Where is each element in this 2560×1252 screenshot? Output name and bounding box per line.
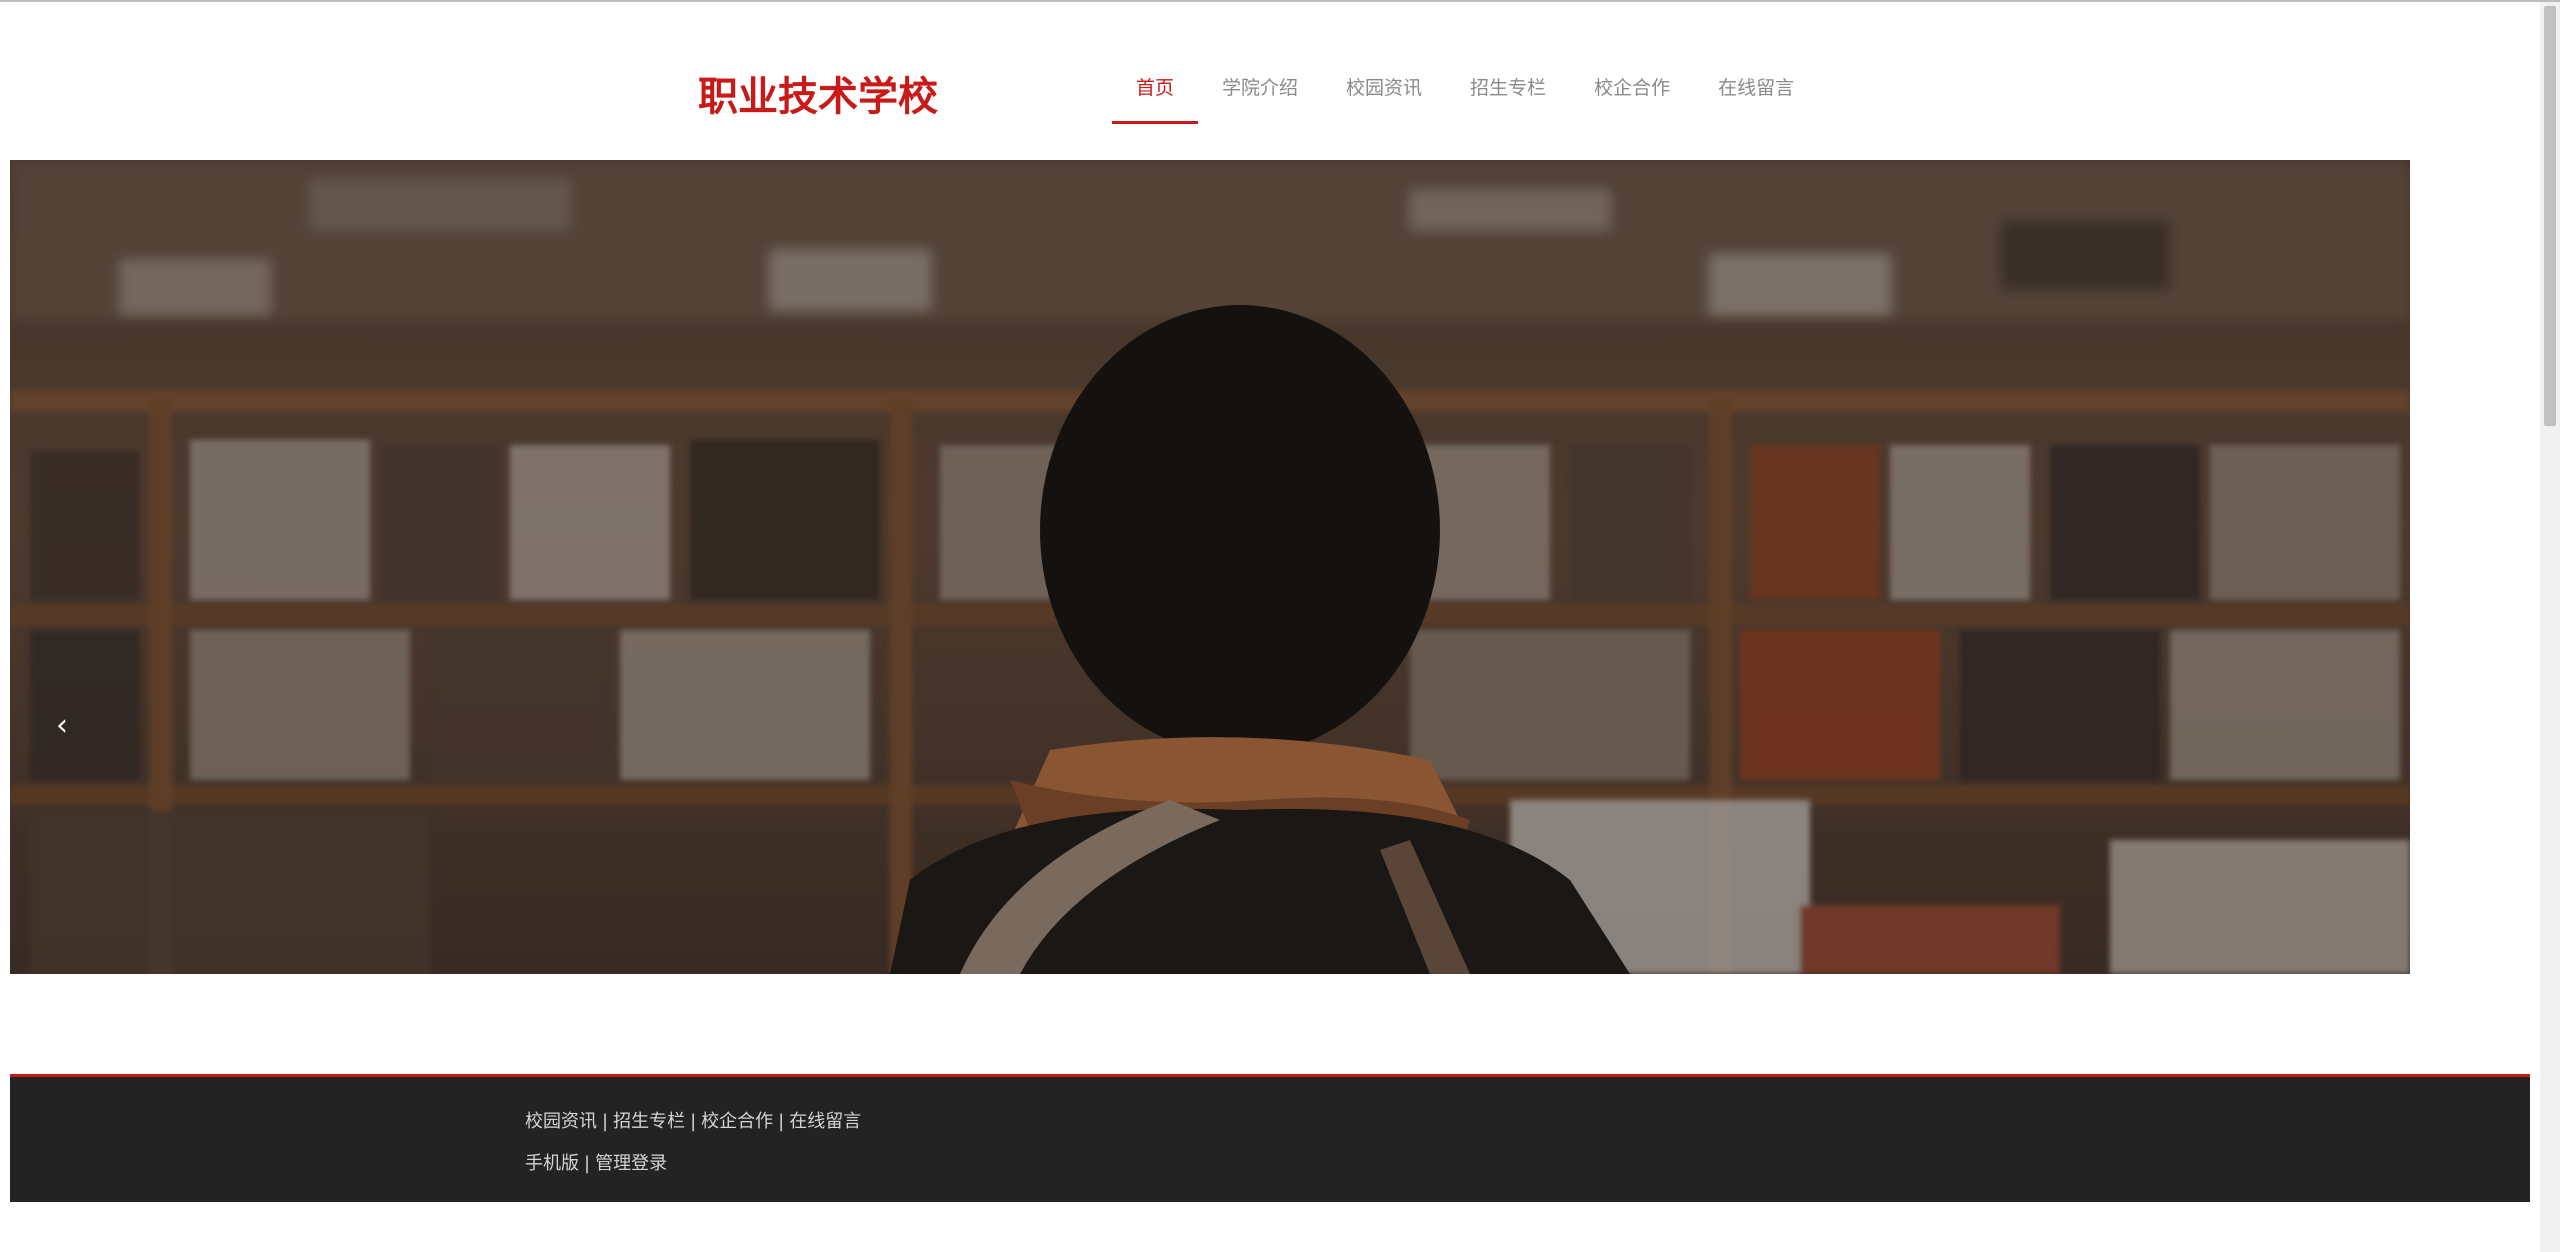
nav-item-home[interactable]: 首页 (1112, 46, 1199, 126)
site-footer: 校园资讯 | 招生专栏 | 校企合作 | 在线留言 手机版 | 管理登录 (10, 1074, 2530, 1202)
footer-link-admin-login[interactable]: 管理登录 (595, 1153, 667, 1174)
banner-image (10, 160, 2410, 974)
hero-carousel[interactable]: ‹ › (10, 160, 2410, 974)
page: 职业技术学校 首页 学院介绍 校园资讯 招生专栏 校企合作 在线留言 ‹ 校园资… (0, 0, 2540, 1252)
footer-link-news[interactable]: 校园资讯 (525, 1111, 597, 1132)
scrollbar-thumb[interactable] (2544, 6, 2556, 426)
nav-item-news[interactable]: 校园资讯 (1322, 46, 1446, 126)
nav-item-cooperation[interactable]: 校企合作 (1570, 46, 1694, 126)
site-logo[interactable]: 职业技术学校 (698, 64, 938, 122)
nav-item-about[interactable]: 学院介绍 (1198, 46, 1322, 126)
footer-separator: | (690, 1111, 697, 1132)
footer-link-cooperation[interactable]: 校企合作 (701, 1111, 773, 1132)
footer-separator: | (602, 1111, 609, 1132)
site-header: 职业技术学校 首页 学院介绍 校园资讯 招生专栏 校企合作 在线留言 (0, 2, 2540, 160)
footer-link-message[interactable]: 在线留言 (789, 1111, 861, 1132)
page-scrollbar[interactable] (2540, 2, 2560, 1252)
footer-link-mobile[interactable]: 手机版 (525, 1153, 579, 1174)
footer-utility-row: 手机版 | 管理登录 (525, 1149, 667, 1175)
carousel-prev-button[interactable]: ‹ (48, 710, 76, 742)
nav-item-admissions[interactable]: 招生专栏 (1446, 46, 1570, 126)
footer-links-row: 校园资讯 | 招生专栏 | 校企合作 | 在线留言 (525, 1107, 861, 1133)
footer-separator: | (584, 1153, 591, 1174)
footer-link-admissions[interactable]: 招生专栏 (613, 1111, 685, 1132)
nav-item-message[interactable]: 在线留言 (1694, 46, 1818, 126)
main-nav: 首页 学院介绍 校园资讯 招生专栏 校企合作 在线留言 (1112, 46, 1818, 126)
footer-separator: | (778, 1111, 785, 1132)
